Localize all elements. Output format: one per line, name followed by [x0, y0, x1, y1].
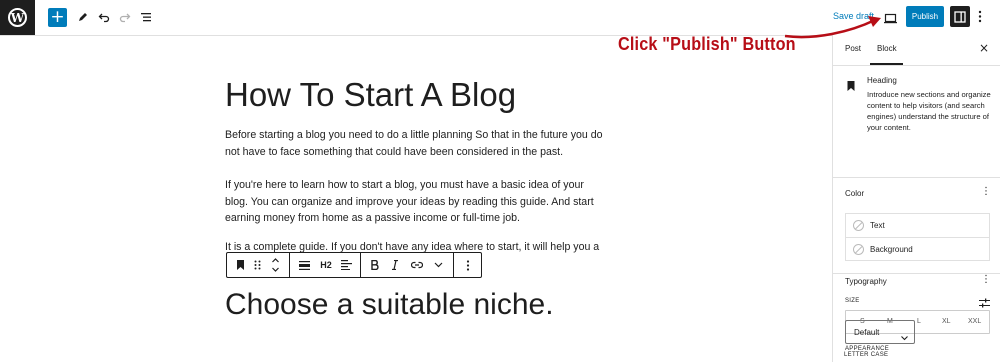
- size-option-xxl[interactable]: XXL: [968, 318, 981, 325]
- settings-toggle-button[interactable]: [950, 6, 970, 27]
- link-button[interactable]: [408, 253, 426, 277]
- wordpress-icon: W: [8, 8, 27, 27]
- drag-handle-icon: [254, 260, 260, 270]
- size-option-l[interactable]: L: [917, 318, 921, 325]
- annotation-callout: Click "Publish" Button: [618, 34, 796, 54]
- typography-panel: Typography ⋮ SIZE S M L XL XXL APPEARANC…: [833, 273, 1000, 362]
- typography-options-button[interactable]: ⋮: [981, 274, 991, 285]
- color-option-label: Background: [870, 245, 913, 254]
- empty-swatch-icon: [853, 244, 864, 255]
- size-label: SIZE: [845, 298, 860, 304]
- vertical-dots-icon: [978, 10, 982, 23]
- block-type-button[interactable]: [231, 253, 249, 277]
- document-overview-button[interactable]: [137, 8, 155, 26]
- heading-level-button[interactable]: H2: [317, 253, 335, 277]
- move-up-down-button[interactable]: [267, 253, 283, 277]
- color-list: Text Background: [845, 213, 990, 261]
- redo-button[interactable]: [116, 8, 134, 26]
- toolbar-divider: [453, 253, 454, 277]
- appearance-select-value: Default: [854, 328, 880, 337]
- chevron-down-icon: [901, 328, 908, 346]
- undo-button[interactable]: [95, 8, 113, 26]
- color-panel-title: Color: [845, 189, 865, 198]
- post-title[interactable]: How To Start A Blog: [225, 76, 516, 114]
- typography-panel-title: Typography: [845, 277, 887, 286]
- options-menu-button[interactable]: [978, 10, 982, 28]
- heading-block[interactable]: Choose a suitable niche.: [225, 288, 554, 322]
- sliders-icon: [979, 298, 990, 308]
- color-options-button[interactable]: ⋮: [981, 186, 991, 197]
- tools-pencil-button[interactable]: [74, 8, 92, 26]
- empty-swatch-icon: [853, 220, 864, 231]
- chevron-up-down-icon: [271, 258, 279, 272]
- more-formatting-button[interactable]: [430, 253, 446, 277]
- color-panel: Color ⋮ Text Background: [833, 177, 1000, 274]
- drag-handle[interactable]: [250, 253, 264, 277]
- add-block-button[interactable]: +: [48, 8, 67, 27]
- paragraph-block-1[interactable]: Before starting a blog you need to do a …: [225, 127, 607, 160]
- close-sidebar-button[interactable]: ×: [979, 41, 989, 55]
- align-left-icon: [340, 260, 352, 270]
- redo-icon: [119, 13, 131, 23]
- bookmark-icon: [847, 78, 855, 96]
- block-toolbar: H2: [226, 252, 482, 278]
- pencil-icon: [79, 13, 87, 21]
- color-option-label: Text: [870, 221, 885, 230]
- sidebar-icon: [954, 10, 966, 23]
- chevron-down-icon: [434, 262, 442, 268]
- bold-button[interactable]: [367, 253, 383, 277]
- publish-button[interactable]: Publish: [906, 6, 944, 27]
- appearance-select[interactable]: Default: [845, 320, 915, 344]
- bookmark-icon: [236, 260, 244, 270]
- list-view-icon: [140, 13, 151, 22]
- settings-sidebar: Post Block × Heading Introduce new secti…: [832, 35, 1000, 362]
- vertical-dots-icon: [466, 259, 470, 271]
- letter-case-label: LETTER CASE: [844, 352, 889, 358]
- wordpress-logo-button[interactable]: W: [0, 0, 35, 35]
- align-button[interactable]: [295, 253, 313, 277]
- toolbar-divider: [289, 253, 290, 277]
- block-card-title: Heading: [867, 76, 897, 85]
- align-wide-icon: [298, 260, 310, 270]
- block-card-description: Introduce new sections and organize cont…: [867, 90, 991, 132]
- bold-icon: [371, 260, 379, 270]
- block-card: Heading Introduce new sections and organ…: [833, 65, 1000, 178]
- size-option-xl[interactable]: XL: [942, 318, 951, 325]
- link-icon: [411, 261, 423, 269]
- paragraph-block-2[interactable]: If you're here to learn how to start a b…: [225, 177, 607, 227]
- toolbar-divider: [360, 253, 361, 277]
- text-color-option[interactable]: Text: [846, 214, 989, 237]
- block-options-button[interactable]: [460, 253, 476, 277]
- italic-icon: [392, 260, 398, 270]
- italic-button[interactable]: [387, 253, 403, 277]
- text-align-button[interactable]: [337, 253, 355, 277]
- background-color-option[interactable]: Background: [846, 237, 989, 261]
- undo-icon: [98, 13, 110, 23]
